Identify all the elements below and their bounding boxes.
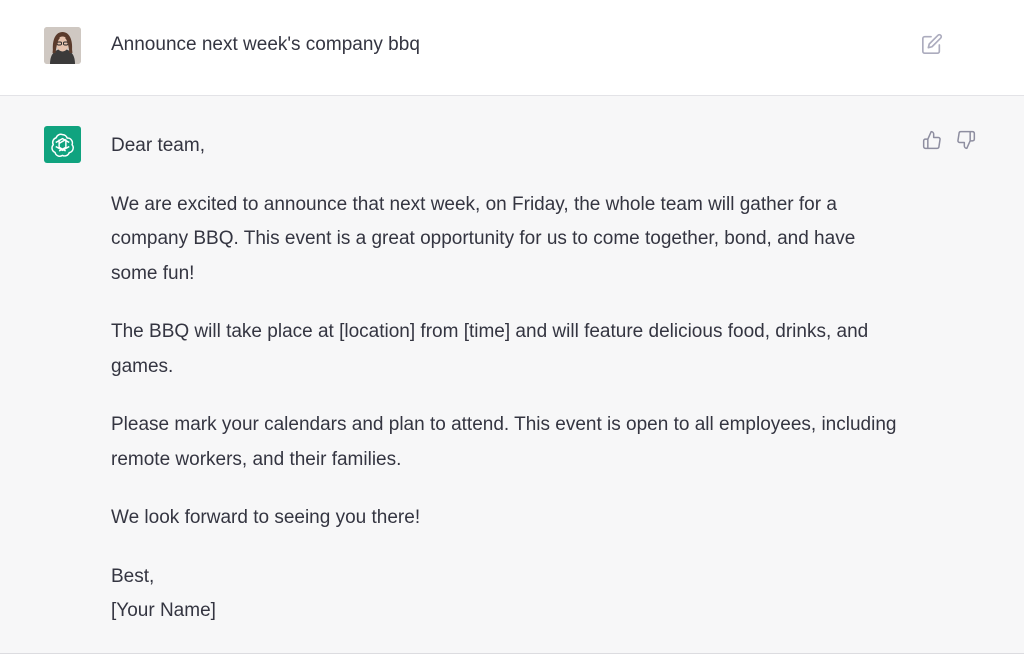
user-avatar <box>44 27 81 64</box>
assistant-message-row: Dear team, We are excited to announce th… <box>0 96 1024 654</box>
bottom-area <box>0 654 1024 664</box>
openai-logo-icon <box>51 133 74 157</box>
user-message-row: Announce next week's company bbq <box>0 0 1024 96</box>
response-signoff: Best, [Your Name] <box>111 560 901 629</box>
pencil-square-icon <box>922 33 943 54</box>
response-paragraph: Please mark your calendars and plan to a… <box>111 414 897 470</box>
response-paragraph: We are excited to announce that next wee… <box>111 193 856 284</box>
thumbs-up-icon <box>922 130 941 150</box>
signature-text: [Your Name] <box>111 600 216 621</box>
thumbs-down-icon <box>957 130 976 150</box>
edit-button[interactable] <box>921 33 943 55</box>
assistant-response: Dear team, We are excited to announce th… <box>111 129 901 629</box>
user-prompt-text: Announce next week's company bbq <box>111 34 420 55</box>
response-paragraph: We look forward to seeing you there! <box>111 507 421 528</box>
closing-text: Best, <box>111 565 155 587</box>
response-greeting: Dear team, <box>111 135 205 156</box>
response-paragraph: The BBQ will take place at [location] fr… <box>111 321 869 377</box>
assistant-avatar <box>44 126 81 163</box>
thumbs-down-button[interactable] <box>956 130 978 152</box>
thumbs-up-button[interactable] <box>922 130 944 152</box>
